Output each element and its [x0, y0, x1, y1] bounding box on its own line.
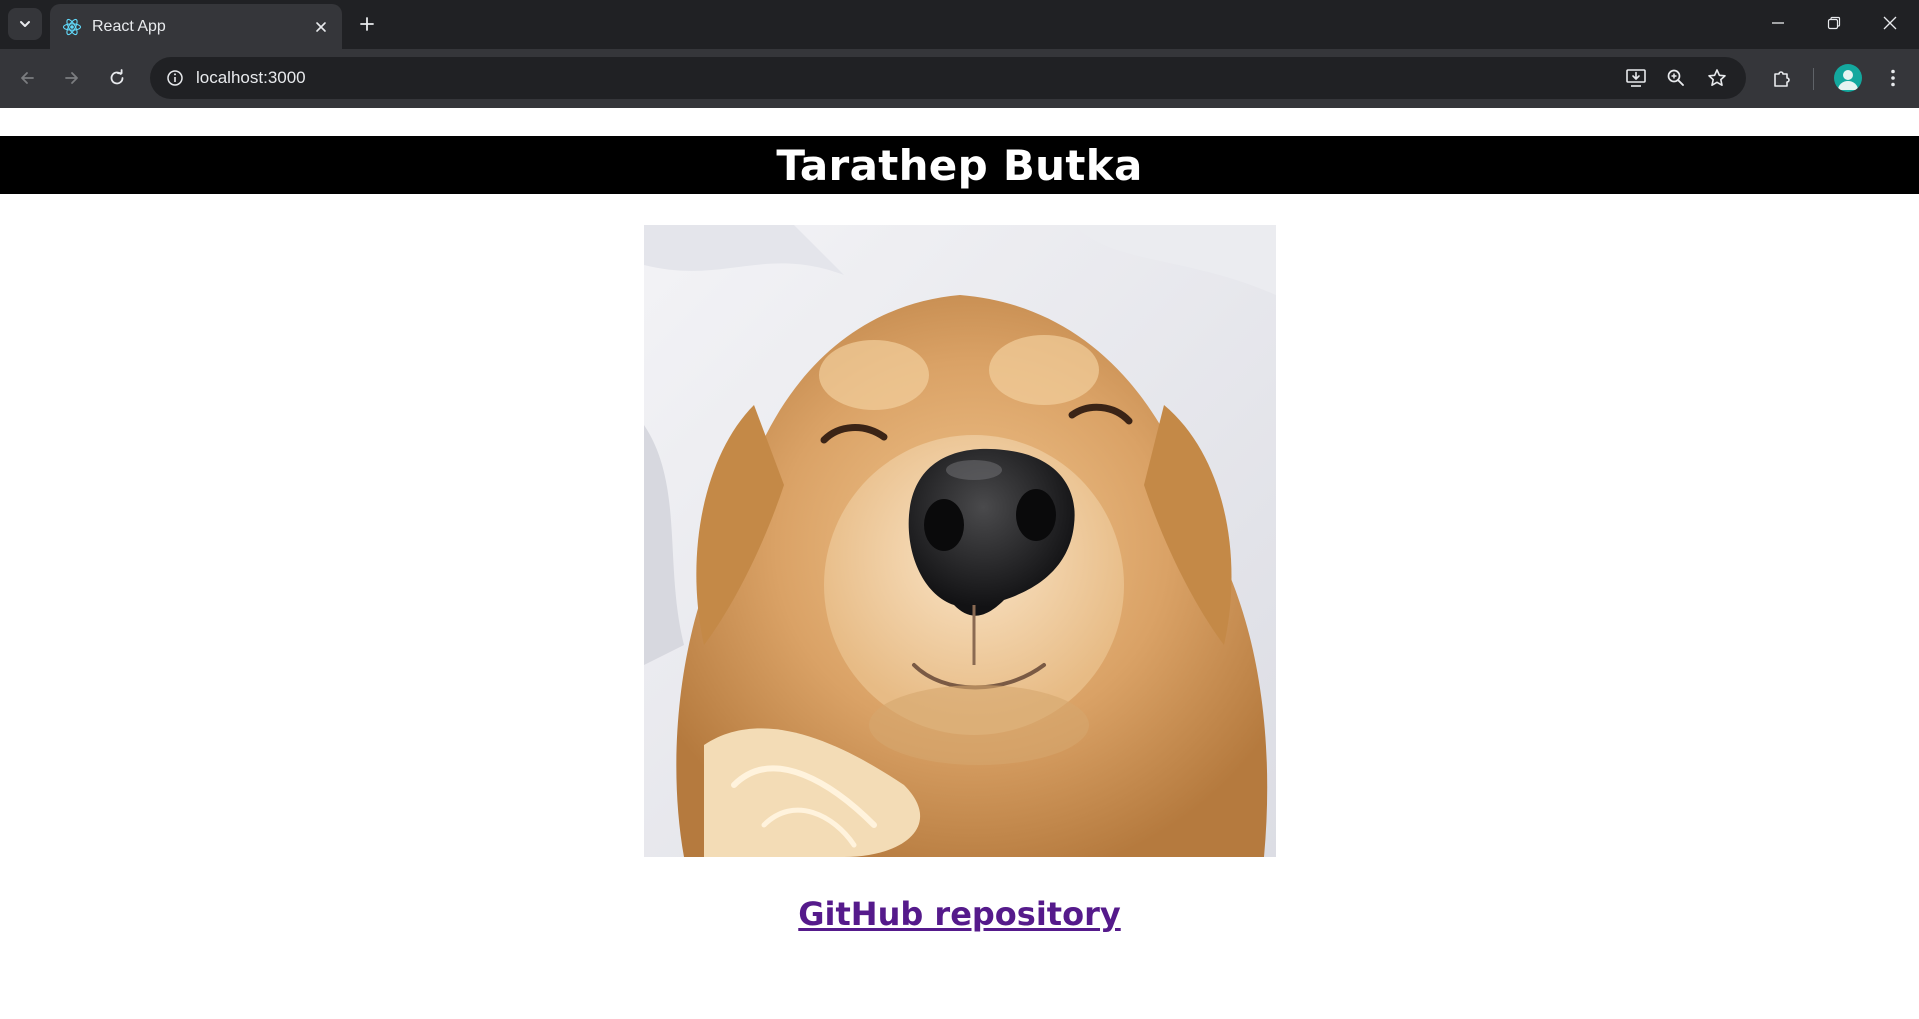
bookmark-button[interactable] [1702, 63, 1732, 93]
kebab-menu-icon [1891, 69, 1895, 87]
github-link-container: GitHub repository [0, 895, 1919, 933]
restore-icon [1827, 16, 1841, 30]
close-icon [316, 21, 326, 32]
page-header: Tarathep Butka [0, 136, 1919, 194]
avatar[interactable] [1834, 64, 1862, 92]
page-viewport: Tarathep Butka GitHub repository [0, 108, 1919, 1019]
tab-title: React App [92, 17, 166, 35]
install-app-button[interactable] [1621, 63, 1651, 93]
arrow-left-icon [21, 72, 34, 84]
chevron-down-icon [20, 21, 30, 27]
github-repository-link[interactable]: GitHub repository [798, 895, 1120, 933]
star-icon [1708, 69, 1726, 86]
extensions-button[interactable] [1765, 61, 1799, 95]
react-logo-icon [62, 17, 82, 37]
minimize-icon [1772, 22, 1784, 24]
zoom-button[interactable] [1661, 63, 1691, 93]
puzzle-icon [1774, 71, 1790, 87]
zoom-icon [1667, 69, 1684, 86]
toolbar-divider [1813, 68, 1814, 90]
url-text[interactable]: localhost:3000 [196, 68, 306, 88]
back-button[interactable] [10, 61, 44, 95]
arrow-right-icon [65, 72, 78, 84]
active-tab[interactable]: React App [50, 4, 342, 49]
tab-strip: React App [0, 0, 1919, 49]
install-icon [1626, 69, 1646, 87]
minimize-button[interactable] [1750, 0, 1806, 46]
address-bar[interactable]: localhost:3000 [150, 57, 1746, 99]
tab-close-button[interactable] [308, 14, 334, 40]
page-title: Tarathep Butka [776, 140, 1143, 190]
plus-icon [360, 17, 374, 31]
restore-button[interactable] [1806, 0, 1862, 46]
menu-button[interactable] [1876, 61, 1910, 95]
forward-button[interactable] [55, 61, 89, 95]
dog-photo [644, 225, 1276, 857]
reload-icon [110, 69, 124, 85]
close-icon [1883, 16, 1897, 30]
site-info-button[interactable] [160, 63, 190, 93]
new-tab-button[interactable] [351, 8, 383, 40]
browser-toolbar: localhost:3000 [0, 49, 1919, 108]
reload-button[interactable] [100, 61, 134, 95]
tab-search-button[interactable] [8, 8, 42, 40]
info-icon [167, 70, 183, 86]
close-window-button[interactable] [1862, 0, 1918, 46]
